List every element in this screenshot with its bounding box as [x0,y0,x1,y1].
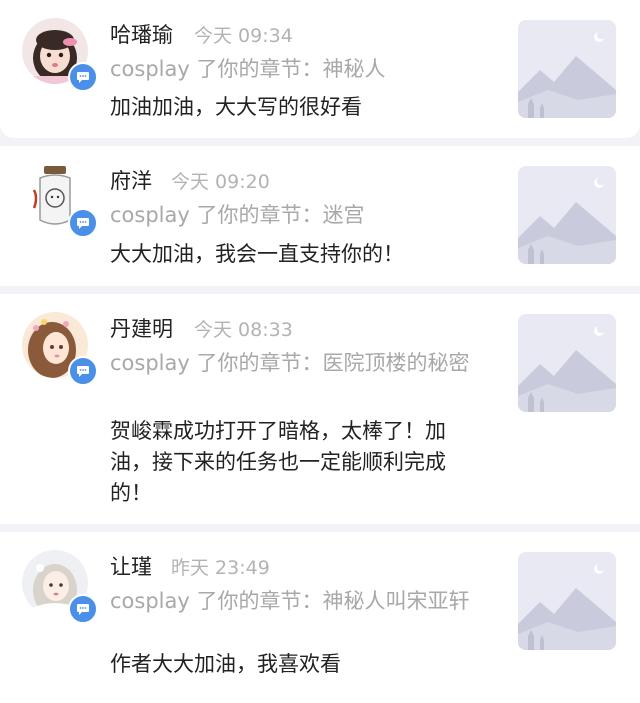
chat-bubble-icon [77,72,89,83]
comment-card[interactable]: 让瑾 昨天 23:49 cosplay 了你的章节：神秘人叫宋亚轩 作者大大加油… [0,532,640,703]
comment-text: 贺峻霖成功打开了暗格，太棒了！加油，接下来的任务也一定能顺利完成的！ [110,419,446,505]
comment-text: 大大加油，我会一直支持你的！ [110,242,404,266]
user-name[interactable]: 哈璠瑜 [110,20,173,50]
user-name[interactable]: 府洋 [110,166,152,196]
comment-list: 哈璠瑜 今天 09:34 cosplay 了你的章节：神秘人 加油加油，大大写的… [0,0,640,703]
chat-bubble-icon [77,366,89,377]
timestamp: 昨天 23:49 [171,557,270,579]
user-name[interactable]: 丹建明 [110,314,173,344]
timestamp: 今天 08:33 [194,319,293,341]
chat-bubble-icon [77,604,89,615]
comment-badge [68,356,98,386]
comment-badge [68,594,98,624]
chapter-thumbnail[interactable] [518,20,616,118]
avatar-container[interactable] [22,164,98,238]
comment-text: 加油加油，大大写的很好看 [110,95,362,119]
avatar-container[interactable] [22,550,98,624]
chapter-action[interactable]: cosplay 了你的章节：迷宫 [110,201,480,230]
comment-badge [68,62,98,92]
comment-text: 作者大大加油，我喜欢看 [110,652,341,676]
comment-card[interactable]: 丹建明 今天 08:33 cosplay 了你的章节：医院顶楼的秘密 贺峻霖成功… [0,294,640,524]
comment-card[interactable]: 府洋 今天 09:20 cosplay 了你的章节：迷宫 大大加油，我会一直支持… [0,146,640,286]
chapter-action[interactable]: cosplay 了你的章节：神秘人 [110,55,480,84]
user-name[interactable]: 让瑾 [110,552,152,582]
comment-card[interactable]: 哈璠瑜 今天 09:34 cosplay 了你的章节：神秘人 加油加油，大大写的… [0,0,640,138]
chapter-action[interactable]: cosplay 了你的章节：医院顶楼的秘密 [110,349,480,378]
chat-bubble-icon [77,218,89,229]
comment-badge [68,208,98,238]
chapter-thumbnail[interactable] [518,166,616,264]
avatar-container[interactable] [22,312,98,386]
chapter-thumbnail[interactable] [518,314,616,412]
chapter-thumbnail[interactable] [518,552,616,650]
avatar-container[interactable] [22,18,98,92]
timestamp: 今天 09:34 [194,25,293,47]
chapter-action[interactable]: cosplay 了你的章节：神秘人叫宋亚轩 [110,587,480,616]
timestamp: 今天 09:20 [171,171,270,193]
